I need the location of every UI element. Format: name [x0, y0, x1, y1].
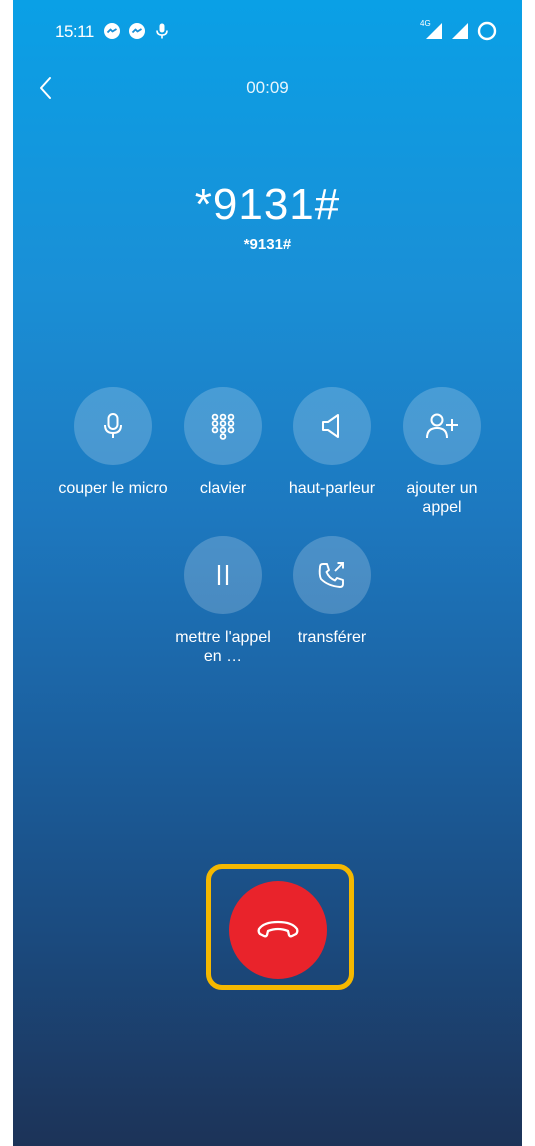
mute-button[interactable] — [74, 387, 152, 465]
call-timer: 00:09 — [246, 78, 289, 97]
call-number: *9131# — [194, 180, 341, 229]
network-type: 4G — [420, 19, 431, 28]
mute-label: couper le micro — [58, 480, 168, 497]
add-call-action: ajouter un appel — [382, 387, 502, 517]
keypad-icon — [211, 413, 235, 440]
transfer-action: transférer — [272, 536, 392, 647]
add-call-button[interactable] — [403, 387, 481, 465]
keypad-label: clavier — [199, 480, 247, 497]
speaker-action: haut-parleur — [272, 387, 392, 498]
signal-4g-icon: 4G — [420, 19, 444, 41]
keypad-action: clavier — [163, 387, 283, 498]
transfer-label: transférer — [297, 629, 367, 646]
end-call-button[interactable] — [229, 881, 327, 979]
mute-action: couper le micro — [53, 387, 173, 498]
phone-transfer-icon — [318, 562, 344, 588]
add-person-icon — [426, 413, 458, 439]
call-screen: 15:11 4G 00:09 *9131# *9131# couper le m… — [13, 0, 522, 1146]
hang-up-icon — [257, 920, 299, 938]
hold-label: mettre l'appel en … — [175, 629, 271, 665]
call-subnumber: *9131# — [243, 236, 292, 253]
keypad-button[interactable] — [184, 387, 262, 465]
microphone-icon — [104, 413, 122, 438]
messenger-icon — [103, 22, 121, 40]
add-call-label: ajouter un appel — [406, 480, 478, 516]
battery-icon — [476, 20, 498, 42]
status-right-icons: 4G — [420, 19, 498, 42]
speaker-icon — [322, 414, 339, 438]
microphone-status-icon — [153, 22, 171, 40]
signal-icon — [450, 21, 470, 41]
hold-action: mettre l'appel en … — [163, 536, 283, 666]
pause-icon — [217, 565, 229, 585]
messenger-icon — [128, 22, 146, 40]
transfer-button[interactable] — [293, 536, 371, 614]
speaker-label: haut-parleur — [272, 479, 392, 498]
speaker-button[interactable] — [293, 387, 371, 465]
hold-button[interactable] — [184, 536, 262, 614]
status-time: 15:11 — [55, 22, 94, 41]
status-bar: 15:11 4G — [13, 0, 522, 62]
speaker-label-text: haut-parleur — [288, 480, 376, 497]
